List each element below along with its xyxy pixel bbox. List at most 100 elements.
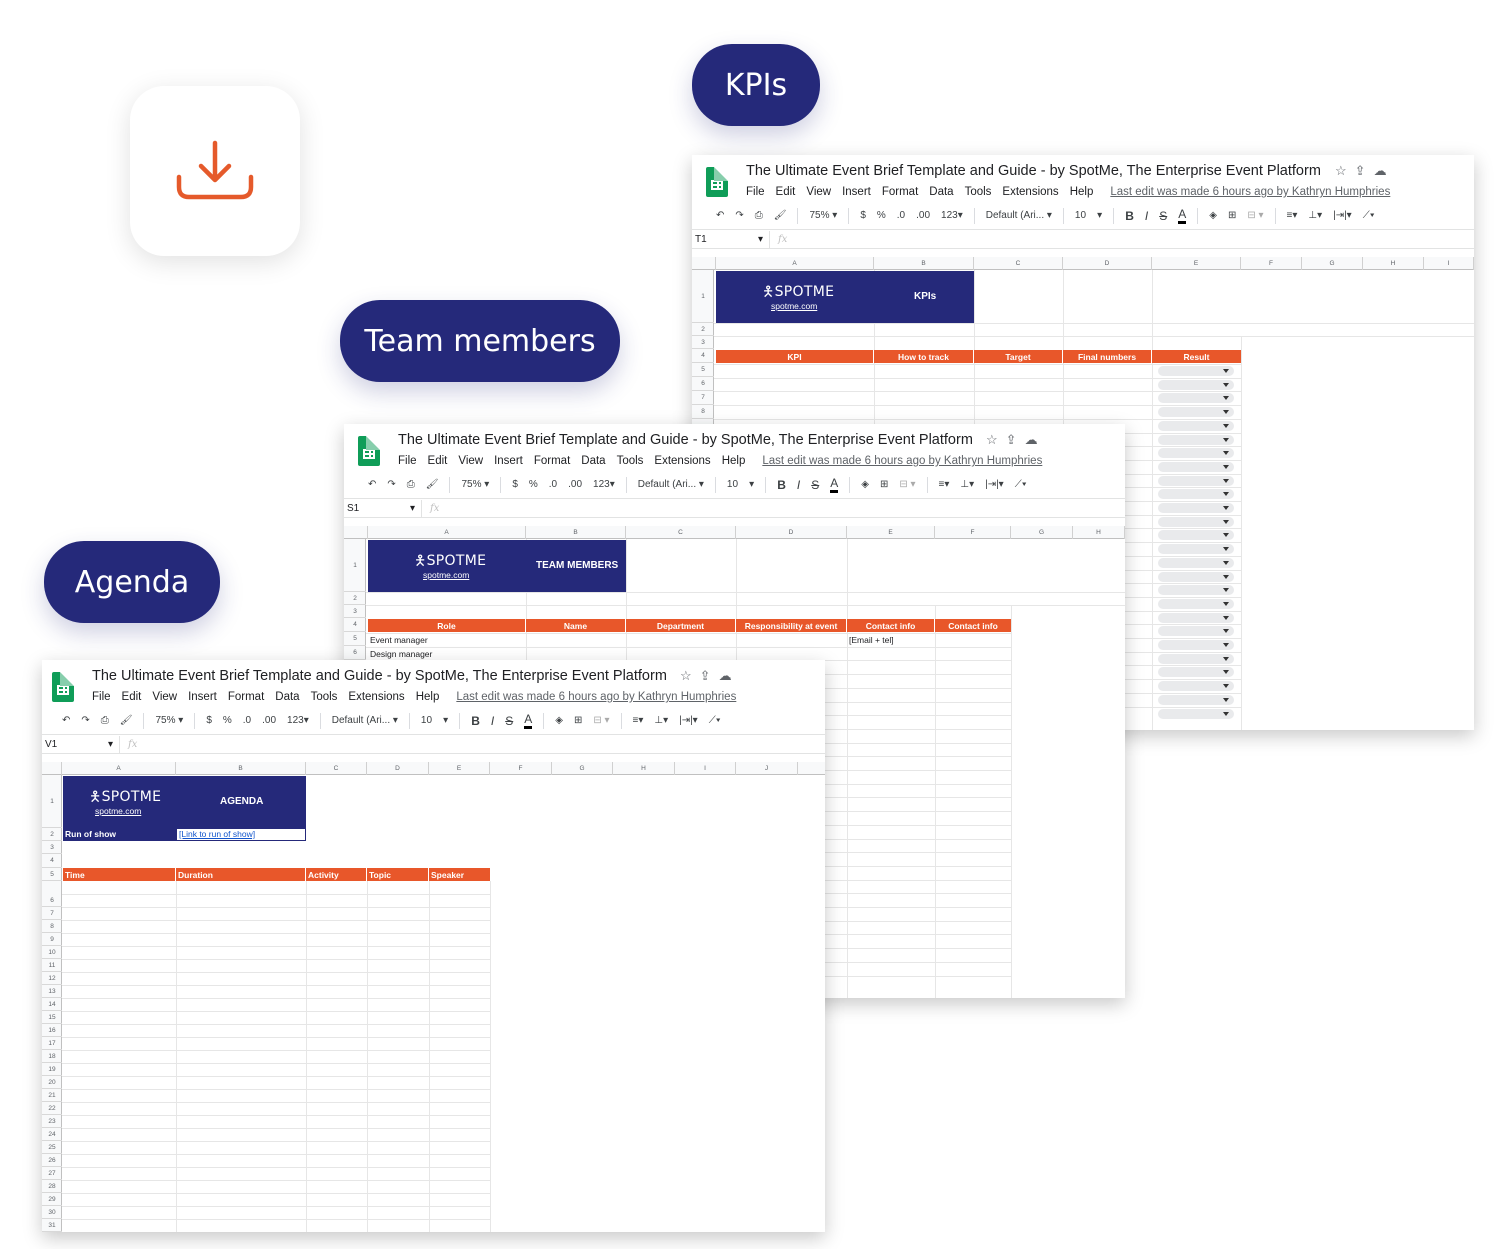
last-edit-link[interactable]: Last edit was made 6 hours ago by Kathry… (1110, 186, 1390, 198)
agenda-label[interactable]: Agenda (44, 541, 220, 623)
star-icon[interactable]: ☆ (986, 432, 1006, 447)
move-to-drive-icon[interactable]: ⇪ (1355, 163, 1374, 178)
menu-view[interactable]: View (806, 186, 831, 198)
result-dropdown[interactable] (1158, 653, 1234, 664)
col-header-a[interactable]: A (716, 257, 874, 270)
col-header-h[interactable]: H (1363, 257, 1424, 270)
font-select[interactable]: Default (Ari... ▾ (986, 210, 1052, 221)
redo-icon[interactable]: ↷ (81, 715, 89, 726)
col-header-g[interactable]: G (1011, 526, 1073, 539)
more-formats-button[interactable]: 123▾ (941, 210, 963, 221)
horizontal-align-icon[interactable]: ≡▾ (1287, 210, 1298, 221)
borders-icon[interactable]: ⊞ (574, 715, 582, 726)
name-box[interactable]: T1 ▾ (692, 231, 770, 248)
menu-data[interactable]: Data (275, 691, 299, 703)
result-dropdown[interactable] (1158, 667, 1234, 678)
menu-help[interactable]: Help (722, 455, 746, 467)
spotme-link[interactable]: spotme.com (95, 806, 141, 816)
merge-cells-icon[interactable]: ⊟ ▾ (593, 715, 609, 726)
result-dropdown[interactable] (1158, 420, 1234, 431)
col-header-d[interactable]: D (367, 762, 429, 775)
font-size-select[interactable]: 10 ▾ (421, 715, 448, 726)
redo-icon[interactable]: ↷ (387, 479, 395, 490)
text-rotate-icon[interactable]: ⟋▾ (709, 715, 721, 726)
col-header-e[interactable]: E (1152, 257, 1241, 270)
menu-tools[interactable]: Tools (617, 455, 644, 467)
result-dropdown[interactable] (1158, 530, 1234, 541)
menu-data[interactable]: Data (581, 455, 605, 467)
percent-button[interactable]: % (529, 479, 538, 490)
result-dropdown[interactable] (1158, 407, 1234, 418)
menu-data[interactable]: Data (929, 186, 953, 198)
more-formats-button[interactable]: 123▾ (287, 715, 309, 726)
menu-help[interactable]: Help (1070, 186, 1094, 198)
merge-cells-icon[interactable]: ⊟ ▾ (899, 479, 915, 490)
col-header-e[interactable]: E (429, 762, 490, 775)
download-card[interactable] (130, 86, 300, 256)
name-box[interactable]: V1 ▾ (42, 736, 120, 753)
horizontal-align-icon[interactable]: ≡▾ (633, 715, 644, 726)
menu-insert[interactable]: Insert (842, 186, 871, 198)
result-dropdown[interactable] (1158, 544, 1234, 555)
cloud-status-icon[interactable]: ☁ (719, 668, 740, 683)
col-header-i[interactable]: I (1424, 257, 1474, 270)
fill-color-icon[interactable]: ◈ (555, 715, 563, 726)
font-select[interactable]: Default (Ari... ▾ (332, 715, 398, 726)
currency-button[interactable]: $ (206, 715, 212, 726)
fill-color-icon[interactable]: ◈ (1209, 210, 1217, 221)
font-size-select[interactable]: 10 ▾ (727, 479, 754, 490)
text-rotate-icon[interactable]: ⟋▾ (1015, 479, 1027, 490)
fill-color-icon[interactable]: ◈ (861, 479, 869, 490)
strikethrough-button[interactable]: S (1159, 209, 1167, 223)
result-dropdown[interactable] (1158, 448, 1234, 459)
result-dropdown[interactable] (1158, 626, 1234, 637)
result-dropdown[interactable] (1158, 694, 1234, 705)
col-header-g[interactable]: G (552, 762, 613, 775)
col-header-a[interactable]: A (368, 526, 526, 539)
menu-insert[interactable]: Insert (494, 455, 523, 467)
result-dropdown[interactable] (1158, 516, 1234, 527)
font-size-select[interactable]: 10 ▾ (1075, 210, 1102, 221)
col-header-f[interactable]: F (490, 762, 552, 775)
zoom-select[interactable]: 75% ▾ (461, 479, 489, 490)
menu-format[interactable]: Format (534, 455, 570, 467)
result-dropdown[interactable] (1158, 598, 1234, 609)
menu-file[interactable]: File (398, 455, 417, 467)
document-title[interactable]: The Ultimate Event Brief Template and Gu… (92, 668, 667, 684)
result-dropdown[interactable] (1158, 366, 1234, 376)
decrease-decimal-button[interactable]: .0 (897, 210, 905, 221)
cloud-status-icon[interactable]: ☁ (1025, 432, 1046, 447)
increase-decimal-button[interactable]: .00 (568, 479, 582, 490)
cell-role-2[interactable]: Design manager (370, 649, 432, 659)
col-header-d[interactable]: D (1063, 257, 1152, 270)
col-header-e[interactable]: E (847, 526, 935, 539)
text-color-button[interactable]: A (524, 712, 533, 729)
result-dropdown[interactable] (1158, 503, 1234, 513)
menu-edit[interactable]: Edit (428, 455, 448, 467)
move-to-drive-icon[interactable]: ⇪ (1006, 432, 1025, 447)
currency-button[interactable]: $ (860, 210, 866, 221)
decrease-decimal-button[interactable]: .0 (243, 715, 251, 726)
undo-icon[interactable]: ↶ (62, 715, 70, 726)
menu-view[interactable]: View (458, 455, 483, 467)
text-wrap-icon[interactable]: |⇥|▾ (679, 715, 698, 726)
currency-button[interactable]: $ (512, 479, 518, 490)
vertical-align-icon[interactable]: ⊥▾ (654, 715, 668, 726)
last-edit-link[interactable]: Last edit was made 6 hours ago by Kathry… (456, 691, 736, 703)
redo-icon[interactable]: ↷ (735, 210, 743, 221)
menu-tools[interactable]: Tools (311, 691, 338, 703)
result-dropdown[interactable] (1158, 379, 1234, 390)
print-icon[interactable]: ⎙ (755, 210, 763, 221)
result-dropdown[interactable] (1158, 640, 1234, 650)
kpis-label[interactable]: KPIs (692, 44, 820, 126)
col-header-j[interactable]: J (736, 762, 798, 775)
undo-icon[interactable]: ↶ (368, 479, 376, 490)
more-formats-button[interactable]: 123▾ (593, 479, 615, 490)
spotme-link[interactable]: spotme.com (423, 570, 469, 580)
result-dropdown[interactable] (1158, 434, 1234, 445)
result-dropdown[interactable] (1158, 571, 1234, 582)
menu-extensions[interactable]: Extensions (654, 455, 710, 467)
document-title[interactable]: The Ultimate Event Brief Template and Gu… (398, 432, 973, 448)
text-color-button[interactable]: A (830, 476, 839, 493)
menu-extensions[interactable]: Extensions (1002, 186, 1058, 198)
